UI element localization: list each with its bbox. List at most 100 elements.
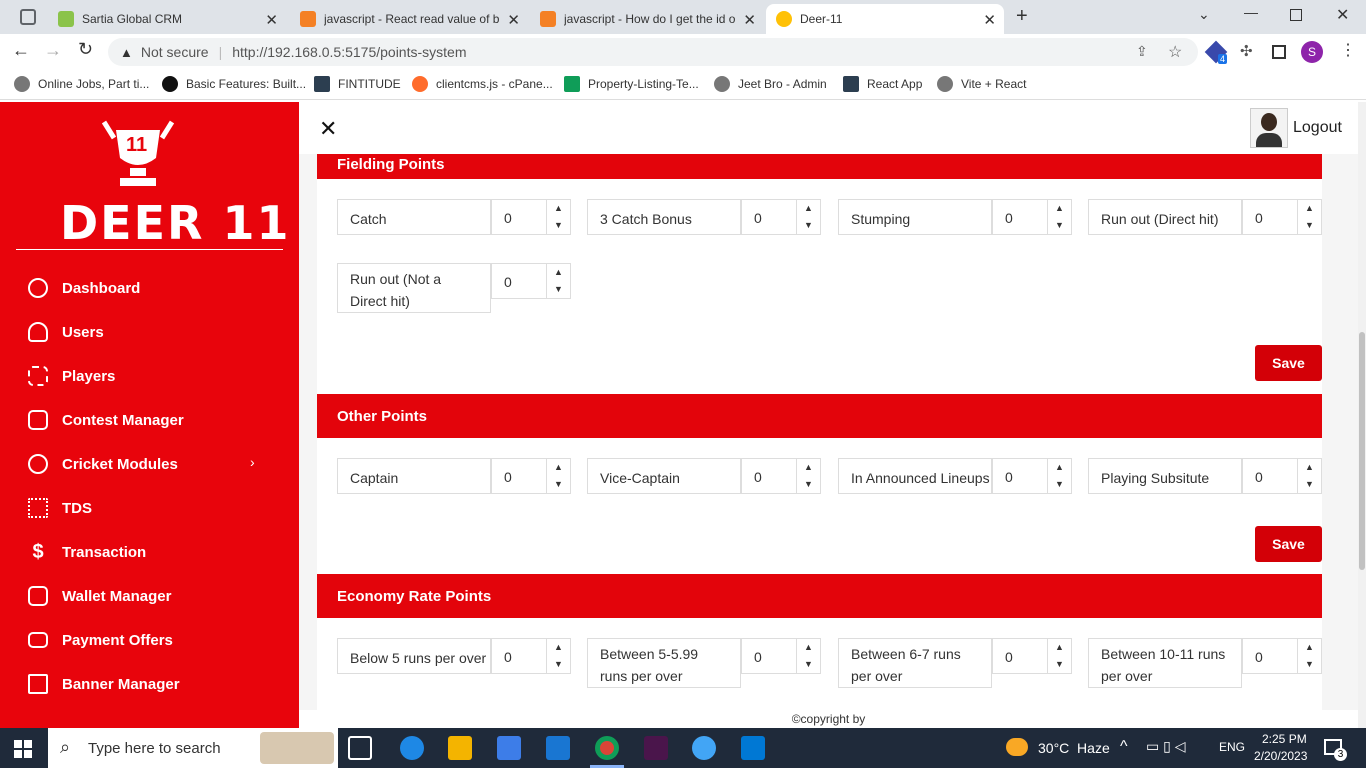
bookmark-3[interactable]: FINTITUDE bbox=[314, 76, 401, 92]
save-button[interactable]: Save bbox=[1255, 526, 1322, 562]
tray-icons[interactable]: ▭ ▯ ◁ bbox=[1146, 738, 1185, 755]
bookmark-5[interactable]: Property-Listing-Te... bbox=[564, 76, 699, 92]
language-indicator[interactable]: ENG bbox=[1219, 740, 1245, 754]
section-title: Economy Rate Points bbox=[317, 574, 1322, 618]
mail-icon[interactable] bbox=[546, 736, 570, 760]
puzzle-icon[interactable]: ✣ bbox=[1240, 42, 1253, 60]
stepper-icon[interactable]: ▲ ▼ bbox=[546, 639, 570, 673]
users-icon bbox=[28, 322, 48, 342]
slack-icon[interactable] bbox=[644, 736, 668, 760]
close-tab-icon[interactable]: ✕ bbox=[983, 11, 996, 29]
sidebar-item-dashboard[interactable]: Dashboard bbox=[28, 276, 140, 300]
points-input[interactable]: 0 ▲ ▼ bbox=[741, 638, 821, 674]
network-app-icon[interactable] bbox=[692, 736, 716, 760]
url-bar[interactable]: ▲ Not secure | http://192.168.0.5:5175/p… bbox=[108, 38, 1198, 66]
logout-link[interactable]: Logout bbox=[1293, 119, 1342, 137]
stepper-icon[interactable]: ▲ ▼ bbox=[546, 264, 570, 298]
points-input[interactable]: 0 ▲ ▼ bbox=[491, 638, 571, 674]
browser-tab-2[interactable]: javascript - React read value of bu ✕ bbox=[290, 4, 528, 34]
stepper-icon[interactable]: ▲ ▼ bbox=[546, 459, 570, 493]
file-explorer-icon[interactable] bbox=[448, 736, 472, 760]
points-input[interactable]: 0 ▲ ▼ bbox=[741, 458, 821, 494]
store-icon[interactable] bbox=[497, 736, 521, 760]
bookmark-4[interactable]: clientcms.js - cPane... bbox=[412, 76, 553, 92]
restore-icon[interactable] bbox=[1290, 9, 1302, 21]
forward-icon[interactable]: → bbox=[44, 40, 62, 61]
tab-list-chevron-icon[interactable]: ⌄ bbox=[1198, 6, 1210, 23]
tray-chevron-icon[interactable]: ^ bbox=[1120, 738, 1128, 756]
browser-tab-4[interactable]: Deer-11 ✕ bbox=[766, 4, 1004, 34]
edge-icon[interactable] bbox=[400, 736, 424, 760]
chrome-icon[interactable] bbox=[595, 736, 619, 760]
stepper-icon[interactable]: ▲ ▼ bbox=[1047, 459, 1071, 493]
stepper-icon[interactable]: ▲ ▼ bbox=[1047, 639, 1071, 673]
react-icon bbox=[314, 76, 330, 92]
bookmark-1[interactable]: Online Jobs, Part ti... bbox=[14, 76, 149, 92]
bookmark-2[interactable]: Basic Features: Built... bbox=[162, 76, 306, 92]
reload-icon[interactable]: ↻ bbox=[78, 39, 93, 60]
share-icon[interactable]: ⇪ bbox=[1136, 43, 1148, 60]
points-input[interactable]: 0 ▲ ▼ bbox=[1242, 458, 1322, 494]
close-tab-icon[interactable]: ✕ bbox=[265, 11, 278, 29]
clock-time[interactable]: 2:25 PM bbox=[1262, 732, 1307, 746]
sidebar-item-users[interactable]: Users bbox=[28, 320, 104, 344]
sidebar-item-payment-offers[interactable]: Payment Offers bbox=[28, 628, 173, 652]
stepper-icon[interactable]: ▲ ▼ bbox=[796, 200, 820, 234]
sidebar-item-wallet-manager[interactable]: Wallet Manager bbox=[28, 584, 171, 608]
points-input[interactable]: 0 ▲ ▼ bbox=[741, 199, 821, 235]
sidebar-item-players[interactable]: Players bbox=[28, 364, 115, 388]
stepper-icon[interactable]: ▲ ▼ bbox=[1297, 200, 1321, 234]
browser-tab-1[interactable]: Sartia Global CRM ✕ bbox=[48, 4, 286, 34]
stepper-icon[interactable]: ▲ ▼ bbox=[1297, 459, 1321, 493]
points-input[interactable]: 0 ▲ ▼ bbox=[491, 199, 571, 235]
section-fielding-points: Fielding Points Catch 0 ▲ ▼ 3 Catch Bonus … bbox=[317, 154, 1322, 394]
field-label: 3 Catch Bonus bbox=[587, 199, 741, 235]
close-tab-icon[interactable]: ✕ bbox=[507, 11, 520, 29]
points-input[interactable]: 0 ▲ ▼ bbox=[1242, 638, 1322, 674]
vscode-icon[interactable] bbox=[741, 736, 765, 760]
browser-tab-3[interactable]: javascript - How do I get the id o ✕ bbox=[530, 4, 764, 34]
bookmarks-bar: Online Jobs, Part ti... Basic Features: … bbox=[0, 70, 1366, 100]
tab-search-icon[interactable] bbox=[20, 9, 36, 25]
sidebar-item-tds[interactable]: TDS bbox=[28, 496, 92, 520]
stepper-icon[interactable]: ▲ ▼ bbox=[546, 200, 570, 234]
side-panel-icon[interactable] bbox=[1272, 45, 1286, 59]
sidebar-item-transaction[interactable]: $ Transaction bbox=[28, 540, 146, 564]
stepper-icon[interactable]: ▲ ▼ bbox=[1297, 639, 1321, 673]
sidebar-item-cricket-modules[interactable]: Cricket Modules › bbox=[28, 452, 268, 476]
points-input[interactable]: 0 ▲ ▼ bbox=[992, 638, 1072, 674]
star-icon[interactable]: ☆ bbox=[1168, 42, 1182, 62]
profile-avatar[interactable]: S bbox=[1301, 41, 1323, 63]
minimize-icon[interactable]: — bbox=[1244, 4, 1258, 20]
menu-dots-icon[interactable]: ⋮ bbox=[1340, 40, 1356, 60]
stackoverflow-favicon bbox=[300, 11, 316, 27]
weather-text[interactable]: 30°C Haze bbox=[1038, 740, 1110, 756]
bookmark-7[interactable]: React App bbox=[843, 76, 922, 92]
points-input[interactable]: 0 ▲ ▼ bbox=[992, 458, 1072, 494]
avatar[interactable] bbox=[1250, 108, 1288, 148]
close-icon[interactable]: ✕ bbox=[319, 116, 337, 142]
back-icon[interactable]: ← bbox=[12, 40, 30, 61]
cricket-ball-icon bbox=[28, 454, 48, 474]
sidebar-item-banner-manager[interactable]: Banner Manager bbox=[28, 672, 180, 696]
stepper-icon[interactable]: ▲ ▼ bbox=[1047, 200, 1071, 234]
points-input[interactable]: 0 ▲ ▼ bbox=[491, 263, 571, 299]
clock-date[interactable]: 2/20/2023 bbox=[1254, 749, 1307, 763]
new-tab-icon[interactable]: + bbox=[1016, 5, 1028, 28]
taskbar-search-input[interactable]: ⌕ Type here to search bbox=[48, 728, 338, 768]
points-input[interactable]: 0 ▲ ▼ bbox=[992, 199, 1072, 235]
windows-start-icon[interactable] bbox=[14, 740, 32, 758]
stepper-icon[interactable]: ▲ ▼ bbox=[796, 459, 820, 493]
close-tab-icon[interactable]: ✕ bbox=[743, 11, 756, 29]
scrollbar-thumb[interactable] bbox=[1359, 332, 1365, 570]
sidebar-item-contest-manager[interactable]: Contest Manager bbox=[28, 408, 184, 432]
bookmark-6[interactable]: Jeet Bro - Admin bbox=[714, 76, 827, 92]
stepper-icon[interactable]: ▲ ▼ bbox=[796, 639, 820, 673]
close-window-icon[interactable]: ✕ bbox=[1336, 5, 1349, 25]
save-button[interactable]: Save bbox=[1255, 345, 1322, 381]
points-input[interactable]: 0 ▲ ▼ bbox=[491, 458, 571, 494]
points-input[interactable]: 0 ▲ ▼ bbox=[1242, 199, 1322, 235]
banner-icon bbox=[28, 674, 48, 694]
bookmark-8[interactable]: Vite + React bbox=[937, 76, 1026, 92]
task-view-icon[interactable] bbox=[348, 736, 372, 760]
